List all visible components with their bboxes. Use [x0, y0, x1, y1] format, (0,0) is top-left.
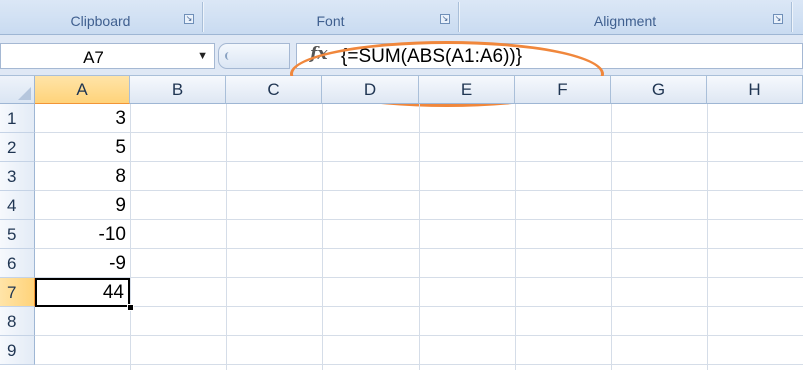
column-header-f[interactable]: F [515, 76, 611, 104]
cell-a1[interactable]: 3 [35, 104, 130, 133]
gridline [226, 104, 227, 370]
ribbon-group-font: Font ↘ [204, 0, 457, 34]
row-header-4[interactable]: 4 [0, 191, 35, 220]
column-header-e[interactable]: E [419, 76, 515, 104]
dialog-launcher-icon[interactable]: ↘ [773, 14, 783, 24]
gridline [322, 104, 323, 370]
column-header-g[interactable]: G [611, 76, 707, 104]
gridline [707, 104, 708, 370]
ribbon-separator [202, 2, 203, 32]
row-header-7[interactable]: 7 [0, 278, 35, 307]
cell-a3[interactable]: 8 [35, 162, 130, 191]
worksheet-grid[interactable]: A B C D E F G H 1 2 3 4 5 6 7 8 9 3 5 8 … [0, 76, 803, 370]
dialog-launcher-icon[interactable]: ↘ [184, 14, 194, 24]
column-header-b[interactable]: B [130, 76, 226, 104]
gridline [419, 104, 420, 370]
row-header-8[interactable]: 8 [0, 307, 35, 336]
fill-handle[interactable] [127, 304, 134, 311]
ribbon-group-clipboard: Clipboard ↘ [0, 0, 201, 34]
gridline [515, 104, 516, 370]
gridline [35, 190, 803, 191]
column-header-d[interactable]: D [322, 76, 419, 104]
row-header-2[interactable]: 2 [0, 133, 35, 162]
gridline [35, 161, 803, 162]
gridline [35, 132, 803, 133]
formula-bar: A7 ▼ fx {=SUM(ABS(A1:A6))} [0, 35, 803, 107]
ribbon-separator [458, 2, 459, 32]
name-box[interactable]: A7 ▼ [0, 43, 215, 69]
ribbon-group-label: Alignment [593, 13, 657, 29]
chevron-down-icon[interactable]: ▼ [197, 50, 208, 62]
gridline [35, 335, 803, 336]
ribbon-separator [791, 2, 792, 32]
row-header-9[interactable]: 9 [0, 336, 35, 365]
ribbon: Clipboard ↘ Font ↘ Alignment ↘ [0, 0, 803, 35]
column-header-c[interactable]: C [226, 76, 322, 104]
cell-a2[interactable]: 5 [35, 133, 130, 162]
formula-bar-resize-handle[interactable] [218, 43, 290, 69]
dialog-launcher-icon[interactable]: ↘ [440, 14, 450, 24]
name-box-value: A7 [83, 48, 104, 67]
gridline [35, 219, 803, 220]
column-header-h[interactable]: H [707, 76, 803, 104]
gridline [130, 104, 131, 370]
row-header-3[interactable]: 3 [0, 162, 35, 191]
cell-a6[interactable]: -9 [35, 249, 130, 278]
column-header-a[interactable]: A [35, 76, 130, 104]
select-all-button[interactable] [0, 76, 35, 104]
gridline [35, 364, 803, 365]
gridline [35, 306, 803, 307]
ribbon-group-alignment: Alignment ↘ [460, 0, 790, 34]
gridline [35, 277, 803, 278]
cell-a7[interactable]: 44 [35, 278, 130, 307]
row-header-6[interactable]: 6 [0, 249, 35, 278]
ribbon-group-label: Clipboard [70, 13, 131, 29]
row-header-5[interactable]: 5 [0, 220, 35, 249]
cell-a5[interactable]: -10 [35, 220, 130, 249]
row-header-1[interactable]: 1 [0, 104, 35, 133]
cell-a4[interactable]: 9 [35, 191, 130, 220]
gridline [611, 104, 612, 370]
select-all-icon [18, 87, 31, 100]
grip-icon [225, 52, 233, 60]
gridline [35, 248, 803, 249]
ribbon-group-label: Font [316, 13, 345, 29]
